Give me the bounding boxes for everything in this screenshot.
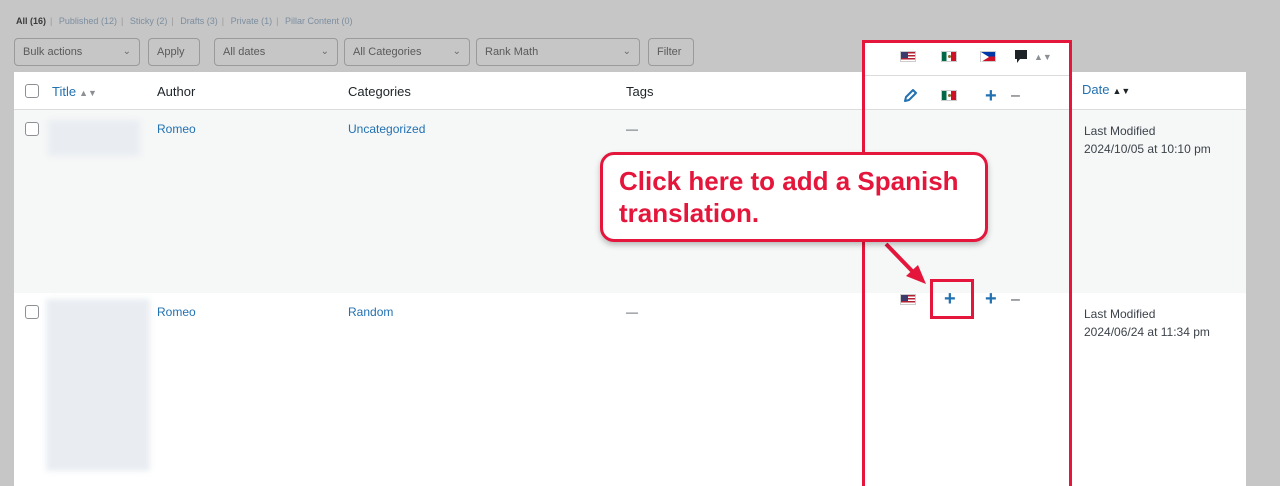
apply-button[interactable]: Apply [148,38,200,66]
date-cell: Last Modified 2024/06/24 at 11:34 pm [1084,307,1210,339]
rank-math-select[interactable]: Rank Math ⌄ [476,38,640,66]
tags-value: — [626,305,638,319]
filter-pillar-content[interactable]: Pillar Content (0) [285,16,353,26]
column-categories: Categories [348,84,411,99]
sort-icon: ▲▼ [1112,86,1131,96]
date-cell: Last Modified 2024/10/05 at 10:10 pm [1084,124,1211,156]
dates-select[interactable]: All dates ⌄ [214,38,338,66]
status-filter-links: All (16) | Published (12) | Sticky (2) | Dr… [16,16,353,26]
category-link[interactable]: Random [348,305,393,319]
sort-icon: ▲▼ [79,88,97,98]
callout-line-2: translation. [619,198,760,228]
row-checkbox[interactable] [25,305,39,319]
callout-line-1: Click here to add a Spanish [619,166,959,196]
plus-highlight-box [930,279,974,319]
column-date[interactable]: Date ▲▼ [1082,82,1130,97]
chevron-down-icon: ⌄ [452,46,461,57]
filter-private[interactable]: Private (1) [231,16,273,26]
filter-sticky[interactable]: Sticky (2) [130,16,168,26]
post-title-blurred[interactable] [46,299,150,471]
language-column-highlight-frame [862,40,1072,486]
author-link[interactable]: Romeo [157,305,196,319]
select-all-checkbox[interactable] [25,84,39,98]
column-tags: Tags [626,84,654,99]
chevron-down-icon: ⌄ [122,46,131,57]
author-link[interactable]: Romeo [157,122,196,136]
post-title-blurred[interactable] [48,120,140,156]
row-checkbox[interactable] [25,122,39,136]
filter-drafts[interactable]: Drafts (3) [180,16,218,26]
chevron-down-icon: ⌄ [622,46,631,57]
categories-select[interactable]: All Categories ⌄ [344,38,470,66]
tags-value: — [626,122,638,136]
instruction-callout: Click here to add a Spanish translation. [600,152,988,242]
bulk-actions-select[interactable]: Bulk actions ⌄ [14,38,140,66]
filter-button[interactable]: Filter [648,38,694,66]
filter-all[interactable]: All (16) [16,16,46,26]
column-author: Author [157,84,196,99]
column-title[interactable]: Title ▲▼ [52,84,97,99]
filter-published[interactable]: Published (12) [59,16,117,26]
category-link[interactable]: Uncategorized [348,122,425,136]
chevron-down-icon: ⌄ [320,46,329,57]
